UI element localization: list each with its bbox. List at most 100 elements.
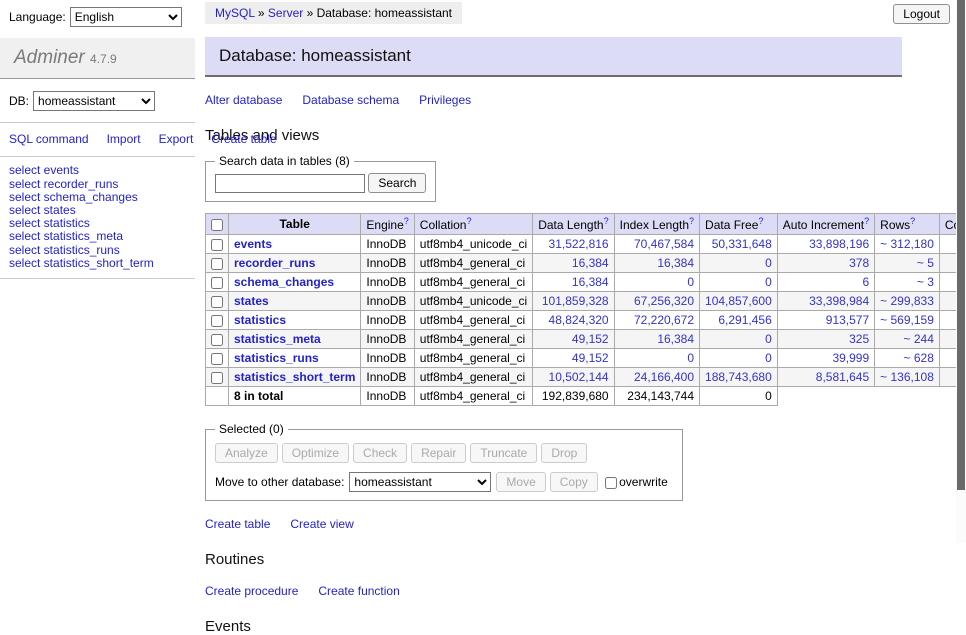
routine-link[interactable]: Create procedure [205, 584, 298, 598]
table-name-cell: statistics_meta [229, 330, 361, 349]
page-scrollbar[interactable] [956, 0, 966, 543]
tables-header-row: TableEngine?Collation?Data Length?Index … [206, 214, 966, 235]
table-link[interactable]: states [234, 294, 269, 308]
row-checkbox[interactable] [211, 296, 223, 308]
drop-button[interactable]: Drop [541, 443, 587, 463]
sidebar-select-link[interactable]: select schema_changes [9, 191, 186, 204]
breadcrumb-link[interactable]: MySQL [215, 6, 255, 20]
column-header-data_length: Data Length? [533, 214, 614, 235]
table-row: recorder_runsInnoDButf8mb4_general_ci16,… [206, 254, 966, 273]
total-row: 8 in totalInnoDButf8mb4_general_ci192,83… [206, 387, 966, 406]
auto-increment-cell: 39,999 [777, 349, 874, 368]
rows-cell: ~ 312,180 [875, 235, 940, 254]
sidebar-select-link[interactable]: select statistics_short_term [9, 257, 186, 270]
column-help-link[interactable]: ? [758, 216, 763, 226]
breadcrumb: MySQL » Server » Database: homeassistant [205, 2, 462, 24]
search-input[interactable] [215, 174, 365, 193]
truncate-button[interactable]: Truncate [470, 443, 537, 463]
sidebar-select-link[interactable]: select statistics_meta [9, 230, 186, 243]
row-checkbox[interactable] [211, 239, 223, 251]
create-link[interactable]: Create table [205, 517, 270, 531]
routines-heading: Routines [205, 551, 906, 568]
index-length-cell: 16,384 [614, 254, 699, 273]
move-button[interactable]: Move [496, 472, 545, 492]
column-help-link[interactable]: ? [910, 216, 915, 226]
row-checkbox[interactable] [211, 258, 223, 270]
logout-button[interactable]: Logout [893, 4, 950, 24]
sidebar-command-link[interactable]: Create table [211, 132, 276, 146]
data-free-cell: 0 [700, 273, 778, 292]
scrollbar-thumb[interactable] [957, 0, 965, 490]
row-checkbox[interactable] [211, 315, 223, 327]
sidebar-command-link[interactable]: SQL command [9, 132, 89, 146]
table-row: statistics_short_termInnoDButf8mb4_gener… [206, 368, 966, 387]
overwrite-checkbox[interactable] [605, 477, 617, 489]
check-button[interactable]: Check [353, 443, 407, 463]
collation-cell: utf8mb4_general_ci [414, 273, 532, 292]
table-link[interactable]: statistics_meta [234, 332, 321, 346]
row-checkbox[interactable] [211, 334, 223, 346]
column-help-link[interactable]: ? [864, 216, 869, 226]
db-select[interactable]: homeassistant [33, 91, 155, 111]
index-length-cell: 72,220,672 [614, 311, 699, 330]
column-help-link[interactable]: ? [404, 216, 409, 226]
collation-cell: utf8mb4_general_ci [414, 330, 532, 349]
total-cell: utf8mb4_general_ci [414, 387, 532, 406]
db-action-link[interactable]: Privileges [419, 93, 471, 107]
routine-link[interactable]: Create function [318, 584, 399, 598]
column-help-link[interactable]: ? [604, 216, 609, 226]
breadcrumb-link[interactable]: Server [268, 6, 303, 20]
engine-cell: InnoDB [361, 273, 414, 292]
optimize-button[interactable]: Optimize [282, 443, 349, 463]
search-button[interactable]: Search [368, 173, 426, 193]
data-length-cell: 31,522,816 [533, 235, 614, 254]
sidebar-command-link[interactable]: Export [159, 132, 194, 146]
table-row: statesInnoDButf8mb4_unicode_ci101,859,32… [206, 292, 966, 311]
language-select[interactable]: English [70, 7, 182, 27]
breadcrumb-separator: » [255, 6, 268, 20]
column-help-link[interactable]: ? [466, 216, 471, 226]
collation-cell: utf8mb4_general_ci [414, 254, 532, 273]
repair-button[interactable]: Repair [411, 443, 466, 463]
collation-cell: utf8mb4_general_ci [414, 349, 532, 368]
move-db-select[interactable]: homeassistant [349, 472, 491, 492]
selected-legend: Selected (0) [215, 422, 288, 436]
table-link[interactable]: statistics_short_term [234, 370, 355, 384]
auto-increment-cell: 6 [777, 273, 874, 292]
auto-increment-cell: 8,581,645 [777, 368, 874, 387]
row-checkbox[interactable] [211, 353, 223, 365]
table-link[interactable]: schema_changes [234, 275, 334, 289]
index-length-cell: 24,166,400 [614, 368, 699, 387]
table-name-cell: states [229, 292, 361, 311]
data-free-cell: 0 [700, 349, 778, 368]
table-link[interactable]: statistics_runs [234, 351, 319, 365]
row-checkbox[interactable] [211, 372, 223, 384]
table-link[interactable]: recorder_runs [234, 256, 315, 270]
row-checkbox[interactable] [211, 277, 223, 289]
language-label: Language: [9, 10, 66, 24]
index-length-cell: 0 [614, 273, 699, 292]
adminer-logo[interactable]: Adminer [14, 47, 85, 68]
column-help-link[interactable]: ? [689, 216, 694, 226]
copy-button[interactable]: Copy [550, 472, 598, 492]
analyze-button[interactable]: Analyze [215, 443, 278, 463]
table-name-cell: statistics [229, 311, 361, 330]
select-all-checkbox[interactable] [211, 219, 223, 231]
sidebar-select-link[interactable]: select statistics_runs [9, 244, 186, 257]
db-action-links: Alter database Database schema Privileges [205, 93, 906, 107]
page-title: Database: homeassistant [205, 37, 902, 77]
sidebar-command-link[interactable]: Import [107, 132, 141, 146]
engine-cell: InnoDB [361, 311, 414, 330]
table-link[interactable]: events [234, 237, 272, 251]
data-free-cell: 0 [700, 330, 778, 349]
db-action-link[interactable]: Alter database [205, 93, 282, 107]
create-link[interactable]: Create view [290, 517, 353, 531]
sidebar-command-links: SQL commandImportExportCreate table [0, 123, 195, 157]
table-link[interactable]: statistics [234, 313, 286, 327]
db-action-link[interactable]: Database schema [302, 93, 399, 107]
engine-cell: InnoDB [361, 292, 414, 311]
sidebar-select-link[interactable]: select events [9, 164, 186, 177]
sidebar-select-link[interactable]: select recorder_runs [9, 178, 186, 191]
overwrite-option[interactable]: overwrite [605, 475, 673, 489]
column-header-engine: Engine? [361, 214, 414, 235]
